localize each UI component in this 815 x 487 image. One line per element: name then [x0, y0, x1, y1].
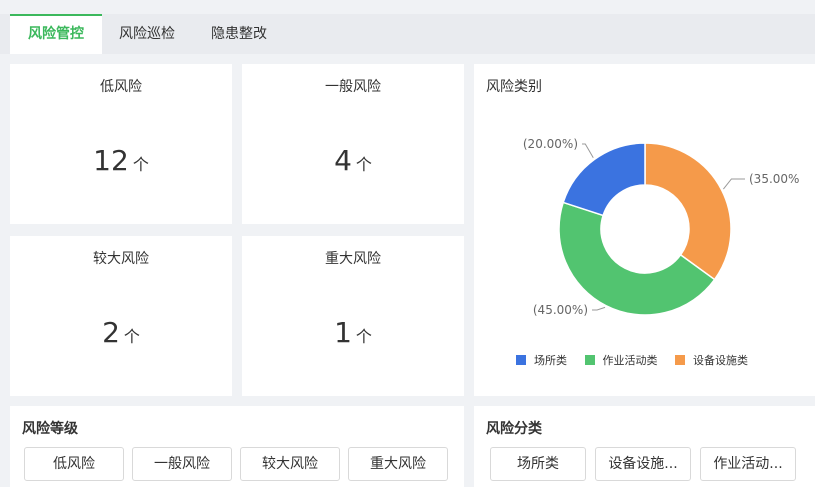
filter-critical-risk-button[interactable]: 重大风险 — [348, 447, 448, 481]
legend-item-scene[interactable]: 场所类 — [516, 352, 567, 368]
risk-class-panel: 风险分类 场所类 设备设施... 作业活动... — [474, 406, 815, 487]
stat-number: 1 — [334, 316, 352, 349]
legend-label: 场所类 — [534, 354, 567, 367]
filter-general-risk-button[interactable]: 一般风险 — [132, 447, 232, 481]
panel-title: 风险分类 — [486, 421, 542, 437]
tab-risk-inspection[interactable]: 风险巡检 — [119, 14, 175, 54]
stat-card-low-risk: 低风险 12 个 — [10, 64, 232, 224]
stat-value: 4个 — [242, 144, 464, 177]
stat-card-major-risk: 较大风险 2个 — [10, 236, 232, 396]
stat-title: 重大风险 — [325, 251, 381, 267]
tab-risk-control[interactable]: 风险管控 — [10, 14, 102, 54]
stat-number: 2 — [102, 316, 120, 349]
legend-item-work[interactable]: 作业活动类 — [584, 352, 658, 368]
stat-number: 4 — [334, 144, 352, 177]
stat-card-critical-risk: 重大风险 1个 — [242, 236, 464, 396]
legend-label: 作业活动类 — [602, 354, 658, 367]
donut-slice[interactable] — [562, 142, 646, 217]
stat-title: 较大风险 — [93, 251, 149, 267]
slice-label-scene: (20.00%) — [523, 137, 578, 151]
slice-label-equipment: (35.00% — [749, 172, 799, 186]
risk-level-panel: 风险等级 低风险 一般风险 较大风险 重大风险 — [10, 406, 464, 487]
filter-scene-button[interactable]: 场所类 — [490, 447, 586, 481]
legend-label: 设备设施类 — [693, 354, 748, 367]
tab-bar: 风险管控 风险巡检 隐患整改 — [0, 14, 815, 54]
stat-value: 12 个 — [10, 144, 232, 177]
stat-title: 低风险 — [100, 79, 142, 95]
risk-category-panel: 风险类别 (35.00% (45.00%) (20.00%) 场所类 作业活动类 设… — [474, 64, 815, 396]
leader-line — [592, 306, 606, 311]
stat-value: 1个 — [242, 316, 464, 349]
panel-title: 风险等级 — [22, 421, 78, 437]
slice-label-work: (45.00%) — [533, 303, 588, 317]
stat-card-general-risk: 一般风险 4个 — [242, 64, 464, 224]
filter-major-risk-button[interactable]: 较大风险 — [240, 447, 340, 481]
filter-work-button[interactable]: 作业活动... — [700, 447, 796, 481]
stat-unit: 个 — [123, 327, 140, 346]
stat-unit: 个 — [355, 327, 372, 346]
legend-swatch — [584, 355, 595, 365]
legend-item-equipment[interactable]: 设备设施类 — [675, 352, 748, 368]
filter-equipment-button[interactable]: 设备设施... — [595, 447, 691, 481]
stat-unit: 个 — [132, 155, 149, 174]
stat-value: 2个 — [10, 316, 232, 349]
leader-line — [723, 178, 745, 190]
chart-legend: 场所类 作业活动类 设备设施类 — [516, 352, 762, 368]
top-strip — [0, 0, 815, 14]
stat-title: 一般风险 — [325, 79, 381, 95]
stat-number: 12 — [93, 144, 129, 177]
legend-swatch — [675, 355, 685, 365]
legend-swatch — [516, 355, 526, 365]
tab-hazard-rectification[interactable]: 隐患整改 — [211, 14, 267, 54]
donut-slice[interactable] — [644, 142, 732, 281]
stat-unit: 个 — [355, 155, 372, 174]
leader-line — [582, 143, 594, 159]
donut-chart: (35.00% (45.00%) (20.00%) — [523, 137, 800, 317]
filter-low-risk-button[interactable]: 低风险 — [24, 447, 124, 481]
